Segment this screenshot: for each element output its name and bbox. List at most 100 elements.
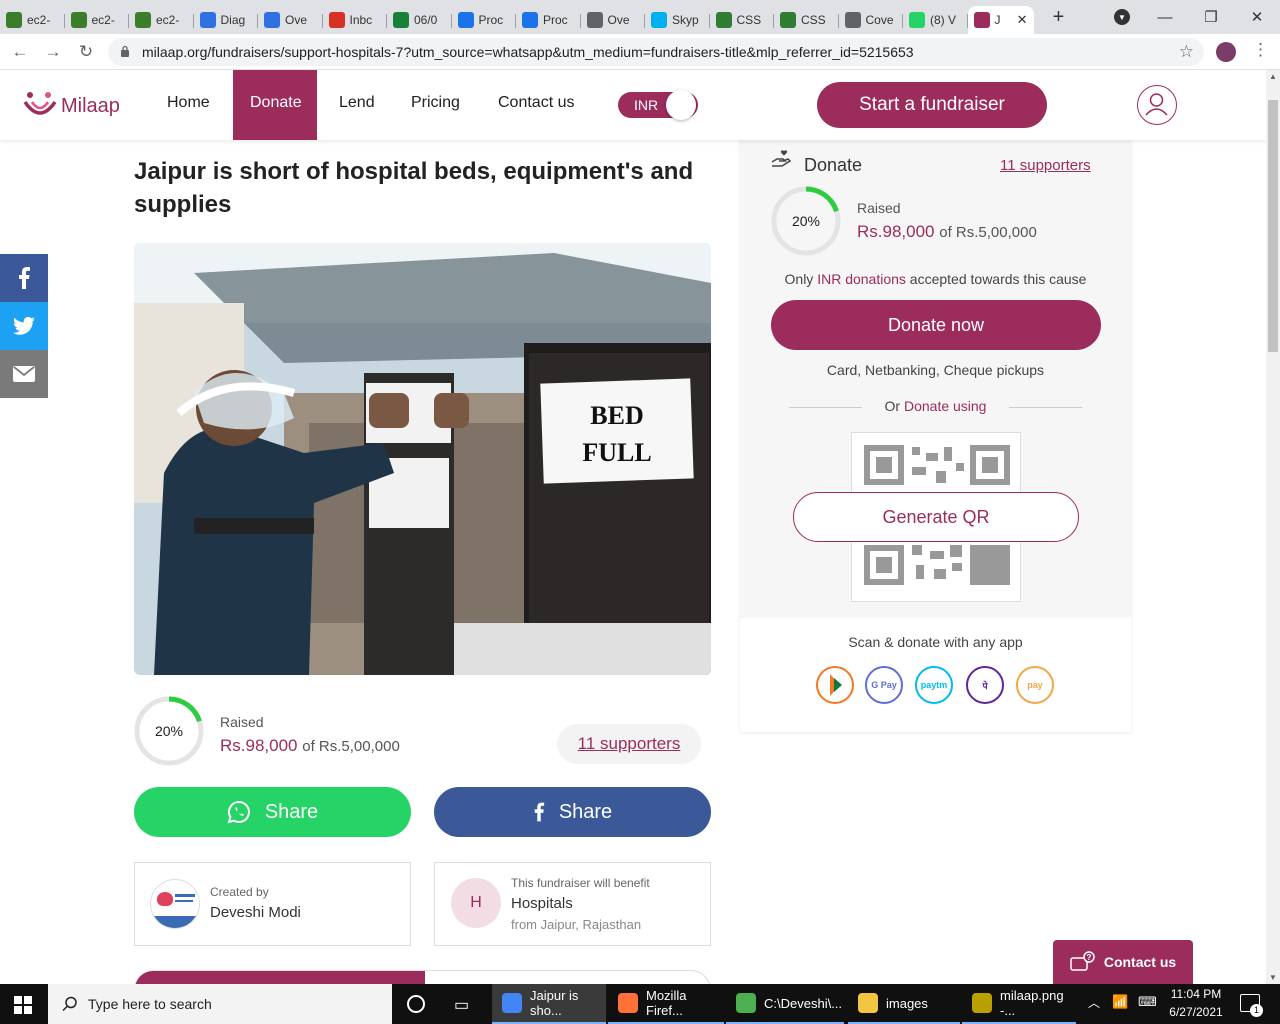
browser-tab[interactable]: Ove	[581, 6, 646, 34]
taskbar-app[interactable]: C:\Deveshi\...	[726, 984, 844, 1024]
inr-note-pre: Only	[784, 271, 818, 287]
tab-favicon-icon	[328, 12, 345, 28]
taskbar-app[interactable]: milaap.png -...	[962, 984, 1076, 1024]
start-fundraiser-button[interactable]: Start a fundraiser	[817, 82, 1047, 128]
contact-us-widget[interactable]: ? Contact us	[1053, 940, 1193, 984]
taskbar-app[interactable]: images	[848, 984, 960, 1024]
whatsapp-share-button[interactable]: Share	[134, 787, 411, 837]
donate-now-button[interactable]: Donate now	[771, 300, 1101, 350]
bookmark-star-icon[interactable]: ☆	[1179, 42, 1194, 62]
address-bar[interactable]: milaap.org/fundraisers/support-hospitals…	[108, 38, 1204, 66]
taskbar-app-label: milaap.png -...	[1000, 988, 1064, 1018]
notification-count: 1	[1250, 1004, 1263, 1017]
taskbar-app[interactable]: Mozilla Firef...	[608, 984, 724, 1024]
forward-icon[interactable]: →	[41, 40, 65, 64]
donate-using-link[interactable]: Donate using	[904, 398, 987, 414]
inr-note: Only INR donations accepted towards this…	[740, 271, 1131, 287]
nav-pricing[interactable]: Pricing	[411, 70, 460, 140]
chat-help-icon: ?	[1070, 951, 1095, 971]
taskbar-app-label: images	[886, 995, 928, 1011]
facebook-share-button[interactable]: Share	[434, 787, 711, 837]
windows-start-icon[interactable]	[14, 996, 32, 1019]
nav-donate[interactable]: Donate	[233, 70, 317, 140]
panel-supporters-link[interactable]: 11 supporters	[1000, 157, 1091, 174]
browser-tab[interactable]: Inbc	[323, 6, 388, 34]
content-tabs[interactable]	[134, 970, 711, 984]
browser-tab[interactable]: Proc	[452, 6, 517, 34]
paytm-app-icon[interactable]: paytm	[915, 666, 953, 704]
twitter-share-icon[interactable]	[0, 302, 48, 350]
taskbar-app-icon	[858, 993, 878, 1013]
keyboard-icon[interactable]: ⌨	[1138, 994, 1157, 1010]
panel-goal-amount: of Rs.5,00,000	[939, 224, 1037, 241]
generate-qr-button[interactable]: Generate QR	[793, 492, 1079, 542]
gpay-app-label: G Pay	[871, 680, 897, 690]
browser-tab[interactable]: (8) V	[903, 6, 968, 34]
network-icon[interactable]: 📶	[1112, 994, 1128, 1010]
inr-donations-link[interactable]: INR donations	[817, 271, 906, 287]
browser-tab[interactable]: 06/0	[387, 6, 452, 34]
tab-favicon-icon	[715, 12, 732, 28]
content-tab-active[interactable]	[135, 971, 425, 984]
close-tab-icon[interactable]: ✕	[1017, 12, 1028, 28]
browser-tab[interactable]: ec2-	[129, 6, 194, 34]
nav-contact-us[interactable]: Contact us	[498, 70, 574, 140]
beneficiary-label: This fundraiser will benefit	[511, 876, 650, 890]
tab-favicon-icon	[6, 12, 22, 28]
restore-button[interactable]: ❐	[1188, 0, 1234, 34]
browser-menu-icon[interactable]: ⋮	[1252, 40, 1269, 60]
fundraiser-photo[interactable]: BED FULL	[134, 243, 711, 675]
tab-title: Skyp	[672, 13, 699, 27]
creator-avatar	[150, 879, 200, 929]
task-view-icon[interactable]: ▭	[454, 995, 469, 1015]
back-icon[interactable]: ←	[8, 40, 32, 64]
windows-taskbar: Type here to search ▭ Jaipur is sho... Mo…	[0, 984, 1280, 1024]
profile-avatar[interactable]	[1216, 42, 1236, 62]
clock-time[interactable]: 11:04 PM	[1166, 987, 1226, 1001]
browser-tab[interactable]: CSS	[774, 6, 839, 34]
email-share-icon[interactable]	[0, 350, 48, 398]
currency-toggle[interactable]: INR	[618, 90, 698, 120]
minimize-button[interactable]: —	[1142, 0, 1188, 34]
amazonpay-app-icon[interactable]: pay	[1016, 666, 1054, 704]
beneficiary-card[interactable]: H This fundraiser will benefit Hospitals…	[434, 862, 711, 946]
tab-list: ec2- ec2- ec2- Diag Ove Inbc 06/0 Proc Proc Ove Sk…	[0, 0, 1034, 34]
taskbar-search-box[interactable]: Type here to search	[48, 984, 392, 1024]
browser-tab[interactable]: Cove	[839, 6, 904, 34]
cortana-icon[interactable]	[407, 995, 425, 1013]
tab-title: Diag	[220, 13, 246, 27]
tray-chevron-icon[interactable]: ︿	[1088, 994, 1100, 1011]
gpay-app-icon[interactable]: G Pay	[865, 666, 903, 704]
scroll-down-icon[interactable]: ▼	[1269, 973, 1277, 982]
new-tab-button[interactable]: +	[1044, 2, 1074, 32]
bhim-app-icon[interactable]	[816, 666, 854, 704]
scroll-up-icon[interactable]: ▲	[1269, 72, 1277, 81]
tab-favicon-icon	[973, 12, 990, 28]
tab-active[interactable]: J ✕	[967, 6, 1034, 34]
browser-tab[interactable]: Ove	[258, 6, 323, 34]
tab-search-icon[interactable]: ▼	[1114, 9, 1130, 25]
nav-home[interactable]: Home	[167, 70, 210, 140]
tab-favicon-icon	[522, 12, 538, 28]
supporters-link[interactable]: 11 supporters	[557, 724, 701, 764]
browser-tab[interactable]: Diag	[194, 6, 259, 34]
browser-tab[interactable]: Proc	[516, 6, 581, 34]
reload-icon[interactable]: ↻	[74, 40, 98, 64]
browser-tab[interactable]: CSS	[710, 6, 775, 34]
milaap-logo[interactable]: Milaap	[22, 90, 120, 122]
clock-date[interactable]: 6/27/2021	[1166, 1005, 1226, 1019]
donate-heading: Donate	[804, 155, 863, 175]
nav-lend[interactable]: Lend	[339, 70, 375, 140]
page-scrollbar[interactable]: ▲ ▼	[1266, 70, 1280, 984]
user-account-button[interactable]	[1137, 85, 1177, 125]
browser-tab[interactable]: Skyp	[645, 6, 710, 34]
close-window-button[interactable]: ✕	[1234, 0, 1280, 34]
phonepe-app-icon[interactable]: पे	[966, 666, 1004, 704]
browser-tab[interactable]: ec2-	[65, 6, 130, 34]
scrollbar-thumb[interactable]	[1268, 100, 1278, 352]
browser-tab[interactable]: ec2-	[0, 6, 65, 34]
creator-card[interactable]: Created by Deveshi Modi	[134, 862, 411, 946]
contact-us-label: Contact us	[1103, 954, 1177, 970]
taskbar-app[interactable]: Jaipur is sho...	[492, 984, 606, 1024]
facebook-share-icon[interactable]	[0, 254, 48, 302]
